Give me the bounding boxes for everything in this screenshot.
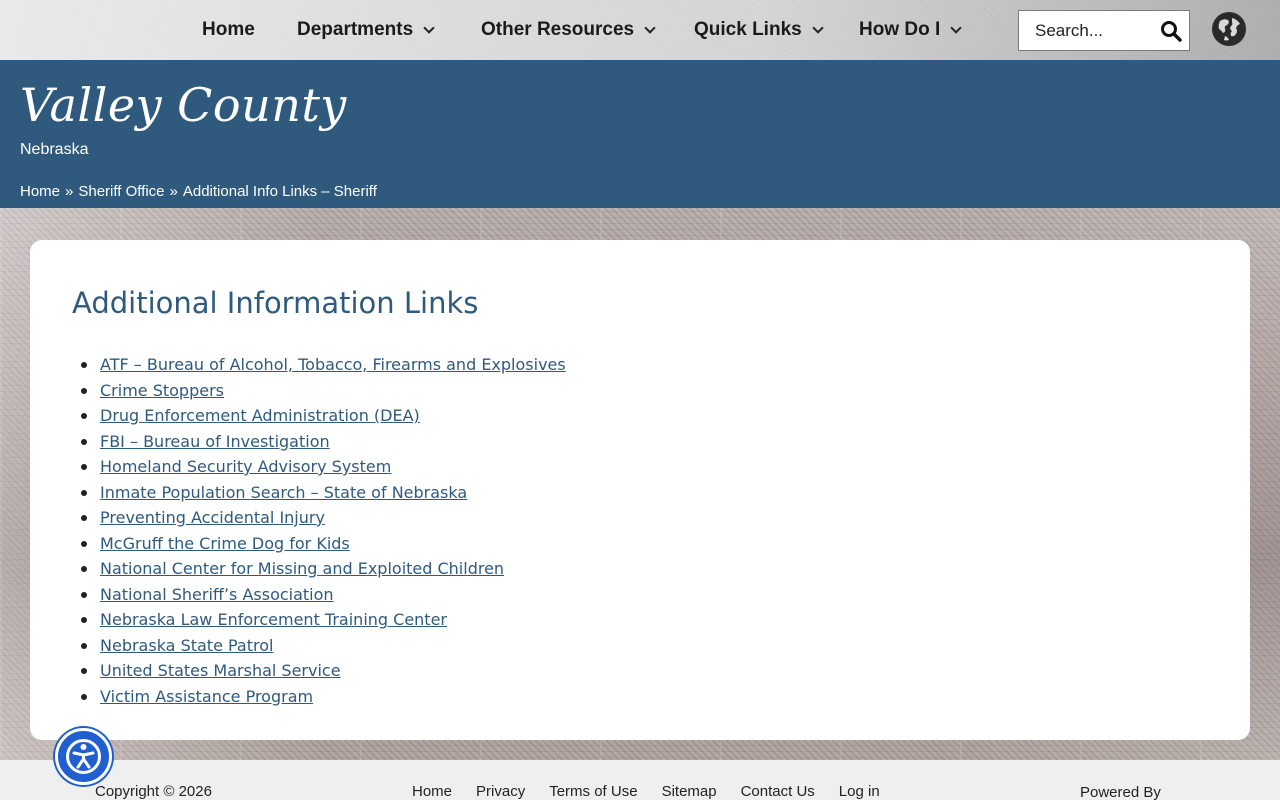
list-item: Preventing Accidental Injury xyxy=(81,505,566,531)
chevron-down-icon xyxy=(950,21,962,34)
breadcrumb-current: Additional Info Links – Sheriff xyxy=(182,183,377,200)
footer-link-privacy[interactable]: Privacy xyxy=(476,783,525,800)
powered-by-text: Powered By xyxy=(1080,784,1161,800)
link-list: ATF – Bureau of Alcohol, Tobacco, Firear… xyxy=(81,352,566,710)
link-missing-children[interactable]: National Center for Missing and Exploite… xyxy=(100,559,504,578)
nav-item-label: Quick Links xyxy=(694,19,802,40)
link-dea[interactable]: Drug Enforcement Administration (DEA) xyxy=(100,406,420,425)
search-icon[interactable] xyxy=(1159,19,1183,43)
link-law-enforcement-training[interactable]: Nebraska Law Enforcement Training Center xyxy=(100,610,447,629)
link-mcgruff[interactable]: McGruff the Crime Dog for Kids xyxy=(100,534,350,553)
nav-item-other-resources[interactable]: Other Resources xyxy=(481,17,656,43)
footer-link-terms[interactable]: Terms of Use xyxy=(549,783,637,800)
search-input[interactable] xyxy=(1019,11,1149,50)
site-subtitle: Nebraska xyxy=(20,141,89,158)
breadcrumb-separator: » xyxy=(169,183,178,200)
list-item: United States Marshal Service xyxy=(81,658,566,684)
list-item: National Sheriff’s Association xyxy=(81,582,566,608)
site-header: Valley County Nebraska Home » Sheriff Of… xyxy=(0,60,1280,208)
nav-item-home[interactable]: Home xyxy=(202,17,255,43)
nav-item-label: How Do I xyxy=(859,19,941,40)
link-homeland-security[interactable]: Homeland Security Advisory System xyxy=(100,457,391,476)
copyright-text: Copyright © 2026 xyxy=(95,783,212,800)
list-item: Homeland Security Advisory System xyxy=(81,454,566,480)
list-item: National Center for Missing and Exploite… xyxy=(81,556,566,582)
list-item: Crime Stoppers xyxy=(81,378,566,404)
page-title: Additional Information Links xyxy=(72,286,479,320)
link-atf[interactable]: ATF – Bureau of Alcohol, Tobacco, Firear… xyxy=(100,355,566,374)
list-item: Drug Enforcement Administration (DEA) xyxy=(81,403,566,429)
search-box xyxy=(1018,10,1190,51)
list-item: Nebraska Law Enforcement Training Center xyxy=(81,607,566,633)
footer-link-sitemap[interactable]: Sitemap xyxy=(662,783,717,800)
page: Home Departments Other Resources Quick L… xyxy=(0,0,1280,800)
footer-link-login[interactable]: Log in xyxy=(839,783,880,800)
link-crime-stoppers[interactable]: Crime Stoppers xyxy=(100,381,224,400)
chevron-down-icon xyxy=(423,21,435,34)
chevron-down-icon xyxy=(644,21,656,34)
nav-item-how-do-i[interactable]: How Do I xyxy=(859,17,962,43)
breadcrumb-separator: » xyxy=(65,183,74,200)
content-card: Additional Information Links ATF – Burea… xyxy=(30,240,1250,740)
link-victim-assistance[interactable]: Victim Assistance Program xyxy=(100,687,313,706)
footer: Copyright © 2026 Home Privacy Terms of U… xyxy=(0,760,1280,800)
site-title[interactable]: Valley County xyxy=(20,78,347,132)
top-navigation: Home Departments Other Resources Quick L… xyxy=(0,0,1280,60)
list-item: Inmate Population Search – State of Nebr… xyxy=(81,480,566,506)
breadcrumb: Home » Sheriff Office » Additional Info … xyxy=(20,183,377,200)
nav-item-label: Other Resources xyxy=(481,19,635,40)
accessibility-button[interactable] xyxy=(55,728,112,785)
chevron-down-icon xyxy=(812,21,824,34)
nav-item-departments[interactable]: Departments xyxy=(297,17,435,43)
breadcrumb-home[interactable]: Home xyxy=(20,183,60,200)
list-item: Victim Assistance Program xyxy=(81,684,566,710)
footer-links: Home Privacy Terms of Use Sitemap Contac… xyxy=(412,783,880,800)
globe-icon[interactable] xyxy=(1211,11,1247,47)
link-inmate-search[interactable]: Inmate Population Search – State of Nebr… xyxy=(100,483,467,502)
nav-item-label: Departments xyxy=(297,19,414,40)
link-marshal-service[interactable]: United States Marshal Service xyxy=(100,661,341,680)
list-item: ATF – Bureau of Alcohol, Tobacco, Firear… xyxy=(81,352,566,378)
link-sheriffs-association[interactable]: National Sheriff’s Association xyxy=(100,585,334,604)
footer-link-home[interactable]: Home xyxy=(412,783,452,800)
nav-item-label: Home xyxy=(202,19,255,40)
accessibility-icon xyxy=(66,739,101,774)
nav-item-quick-links[interactable]: Quick Links xyxy=(694,17,824,43)
list-item: FBI – Bureau of Investigation xyxy=(81,429,566,455)
list-item: McGruff the Crime Dog for Kids xyxy=(81,531,566,557)
list-item: Nebraska State Patrol xyxy=(81,633,566,659)
breadcrumb-sheriff-office[interactable]: Sheriff Office xyxy=(78,183,164,200)
link-state-patrol[interactable]: Nebraska State Patrol xyxy=(100,636,273,655)
link-fbi[interactable]: FBI – Bureau of Investigation xyxy=(100,432,330,451)
footer-link-contact[interactable]: Contact Us xyxy=(741,783,815,800)
link-preventing-injury[interactable]: Preventing Accidental Injury xyxy=(100,508,325,527)
